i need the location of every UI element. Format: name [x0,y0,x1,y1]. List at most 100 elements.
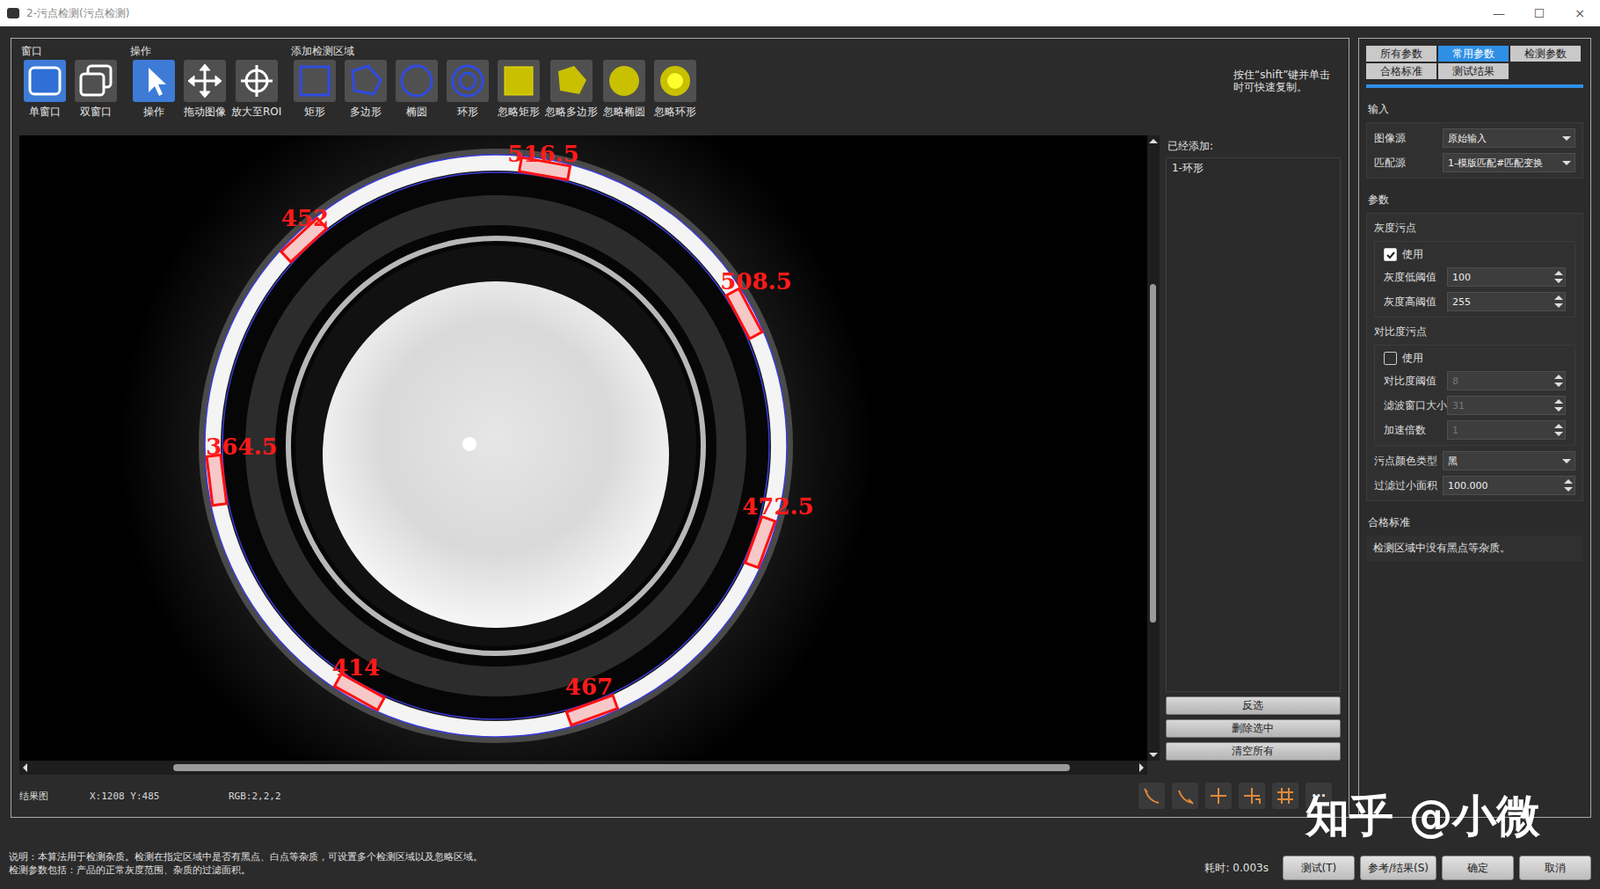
tool-label: 操作 [143,104,165,120]
status-tool-button[interactable] [1138,782,1165,809]
tab[interactable]: 测试结果 [1438,63,1509,80]
footer-button[interactable]: 取消 [1519,855,1592,880]
status-tool-button[interactable] [1205,782,1232,809]
spin-down-icon[interactable] [1554,407,1564,412]
checkbox[interactable] [1383,247,1397,262]
defect-area-label: 516.5 [507,140,579,168]
checkbox[interactable] [1383,351,1397,365]
tool-button[interactable]: 放大至ROI [230,59,283,120]
spin-up-icon[interactable] [1554,423,1564,429]
tool-group-label: 窗口 [19,43,122,60]
spin-field[interactable]: 255 [1447,291,1566,312]
footer-button[interactable]: 测试(T) [1282,855,1355,880]
list-button[interactable]: 删除选中 [1165,719,1341,738]
tool-button[interactable]: 忽略椭圆 [598,59,650,120]
tool-button[interactable]: 操作 [128,59,180,120]
vertical-scrollbar[interactable] [1147,135,1160,761]
ring-icon [447,60,488,102]
more-button[interactable]: ··· [1305,782,1332,809]
ignore-polygon-icon [551,60,592,102]
tab[interactable]: 所有参数 [1366,45,1437,62]
field-label: 对比度阈值 [1383,373,1448,389]
spin-down-icon[interactable] [1563,487,1573,492]
spin-down-icon[interactable] [1554,278,1564,284]
tool-button[interactable]: 椭圆 [391,59,443,120]
scroll-left-icon[interactable] [22,763,28,772]
elapsed-time: 耗时: 0.003s [1204,860,1268,876]
spin-up-icon[interactable] [1563,479,1573,484]
form-row: 对比度阈值8 [1383,370,1566,391]
status-tool-button[interactable] [1171,782,1199,809]
scroll-up-icon[interactable] [1149,138,1158,144]
check-icon [1385,249,1397,261]
spin-down-icon[interactable] [1554,303,1564,308]
defect: 414 [332,654,385,710]
roi-inner[interactable] [222,172,770,720]
tab[interactable]: 检测参数 [1510,45,1581,62]
ignore-ellipse-icon [603,60,645,102]
image-panel: 窗口单窗口双窗口操作操作拖动图像放大至ROI 添加检测区域矩形多边形 椭圆环形忽略矩… [10,37,1350,818]
window-control[interactable]: ☐ [1519,0,1560,27]
status-bar: 结果图X:1208 Y:485RGB:2,2,2··· [19,774,1341,817]
crosshair-icon [236,60,277,102]
use-checkbox[interactable]: 使用 [1383,350,1566,366]
tool-button[interactable]: 多边形 [340,59,392,120]
parameter-tabs: 所有参数常用参数检测参数合格标准测试结果 [1366,45,1584,80]
spin-up-icon[interactable] [1554,270,1564,276]
spin-field[interactable]: 100.000 [1442,475,1576,495]
list-button[interactable]: 反选 [1165,696,1341,715]
list-button[interactable]: 清空所有 [1165,741,1341,761]
tool-label: 忽略矩形 [497,104,540,120]
status-tool-button[interactable] [1238,782,1266,809]
tool-button[interactable]: 环形 [442,59,494,120]
form-row: 灰度低阈值100 [1383,267,1566,287]
tool-button[interactable]: 双窗口 [70,59,122,120]
spin-up-icon[interactable] [1554,399,1564,404]
select-field[interactable]: 1-模版匹配#匹配变换 [1442,152,1576,173]
tool-button[interactable]: 忽略多边形 [544,59,599,120]
defect-area-label: 508.5 [720,268,792,295]
tool-label: 椭圆 [406,104,428,120]
select-field[interactable]: 原始输入 [1442,128,1576,148]
defect-area-label: 414 [332,654,380,681]
window-control[interactable]: — [1478,0,1520,27]
scroll-down-icon[interactable] [1149,752,1158,757]
scroll-thumb[interactable] [1149,283,1157,623]
defect-area-label: 452 [281,204,329,232]
tool-label: 多边形 [349,104,382,120]
tool-group: 添加检测区域矩形多边形 椭圆环形忽略矩形忽略多边形忽略椭圆忽略环形 [289,43,701,120]
horizontal-scrollbar[interactable] [19,760,1148,775]
spin-up-icon[interactable] [1554,295,1564,300]
tool-button[interactable]: 矩形 [289,59,341,120]
tool-group: 操作操作拖动图像放大至ROI [128,43,283,120]
spin-field[interactable]: 100 [1447,267,1566,287]
defect-area-label: 472.5 [741,493,814,520]
form-row: 污点颜色类型黑 [1374,450,1576,471]
image-canvas[interactable]: 516.5452508.5364.5472.5414467 [19,135,1148,761]
defect: 516.5 [507,140,579,181]
roi-outer[interactable] [204,154,787,737]
spin-up-icon[interactable] [1554,374,1564,379]
scroll-right-icon[interactable] [1139,763,1144,772]
scroll-thumb[interactable] [173,763,1070,771]
region-item[interactable]: 1-环形 [1170,160,1337,177]
tab[interactable]: 常用参数 [1438,45,1509,62]
status-tool-button[interactable] [1272,782,1299,809]
tool-group-label: 添加检测区域 [289,43,701,60]
spin-down-icon[interactable] [1554,382,1564,387]
tool-button[interactable]: 单窗口 [19,59,71,120]
defect-area-label: 364.5 [205,433,277,460]
tool-button[interactable]: 忽略环形 [649,59,701,120]
footer-button[interactable]: 参考/结果(S) [1360,855,1437,880]
footer-button[interactable]: 确定 [1441,855,1514,880]
select-field[interactable]: 黑 [1442,450,1576,471]
tab[interactable]: 合格标准 [1366,63,1437,80]
tool-icon-box [344,59,387,102]
tool-button[interactable]: 拖动图像 [179,59,231,120]
spin-down-icon[interactable] [1554,431,1564,437]
use-checkbox[interactable]: 使用 [1383,247,1566,262]
tool-icon-box [654,59,697,102]
tool-button[interactable]: 忽略矩形 [493,59,545,120]
tool-icon-box [550,59,593,102]
window-control[interactable]: × [1559,0,1600,27]
